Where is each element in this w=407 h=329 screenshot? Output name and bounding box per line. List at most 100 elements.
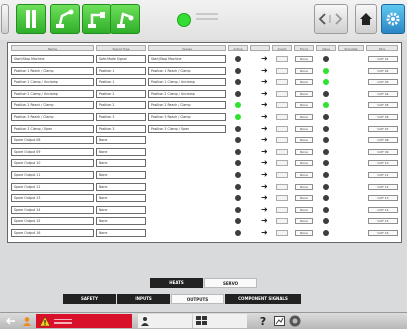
force-select[interactable]: None xyxy=(295,218,313,225)
signal-name-field[interactable]: Spare Output 15 xyxy=(11,217,94,226)
prev-button[interactable] xyxy=(4,314,18,328)
signal-name-field[interactable]: Position 1 Reach / Clamp xyxy=(11,66,94,75)
signal-type-field[interactable]: Position 1 xyxy=(96,66,146,75)
force-select[interactable]: None xyxy=(295,90,313,97)
signal-type-field[interactable]: None xyxy=(96,229,146,237)
servo-toggle[interactable]: SERVO xyxy=(204,278,257,288)
signal-type-field[interactable]: Position 3 xyxy=(96,124,146,133)
signal-type-field[interactable]: None xyxy=(96,136,146,145)
signal-name-field[interactable]: Spare Output 08 xyxy=(11,136,94,145)
chart-button[interactable] xyxy=(272,314,286,328)
heats-toggle[interactable]: HEATS xyxy=(150,278,203,288)
invert-checkbox[interactable] xyxy=(276,195,288,202)
camera-button[interactable] xyxy=(288,314,302,328)
user-button[interactable] xyxy=(20,314,34,328)
force-select[interactable]: None xyxy=(295,56,313,62)
signal-type-field[interactable]: Position 1 xyxy=(96,78,146,87)
invert-checkbox[interactable] xyxy=(276,114,288,120)
force-select[interactable]: None xyxy=(295,137,313,144)
signal-type-field[interactable]: None xyxy=(96,171,146,179)
robot-mode-3-button[interactable] xyxy=(110,4,140,34)
force-select[interactable]: None xyxy=(295,148,313,155)
signal-value-field[interactable]: Position 2 Clamp / Unclamp xyxy=(148,89,226,98)
pin-field[interactable]: OUT 13 xyxy=(368,195,398,202)
pin-field[interactable]: OUT 14 xyxy=(368,206,398,213)
signal-name-field[interactable]: Spare Output 12 xyxy=(11,182,94,191)
pin-field[interactable]: OUT 16 xyxy=(368,230,398,236)
signal-value-field[interactable]: Position 1 Clamp / Unclamp xyxy=(148,78,226,87)
pin-field[interactable]: OUT 07 xyxy=(368,125,398,132)
inputs-tab[interactable]: INPUTS xyxy=(117,294,170,304)
component-signals-tab[interactable]: COMPONENT SIGNALS xyxy=(225,294,301,304)
outputs-tab[interactable]: OUTPUTS xyxy=(171,294,224,304)
signal-name-field[interactable]: Spare Output 13 xyxy=(11,194,94,203)
alarm-banner[interactable] xyxy=(36,314,132,328)
signal-type-field[interactable]: None xyxy=(96,182,146,191)
pin-field[interactable]: OUT 04 xyxy=(368,90,398,97)
signal-type-field[interactable]: Position 3 xyxy=(96,113,146,121)
force-select[interactable]: None xyxy=(295,206,313,213)
signal-name-field[interactable]: Spare Output 14 xyxy=(11,205,94,214)
signal-value-field[interactable]: Position 3 Reach / Clamp xyxy=(148,113,226,121)
force-select[interactable]: None xyxy=(295,67,313,74)
signal-type-field[interactable]: None xyxy=(96,159,146,168)
invert-checkbox[interactable] xyxy=(276,125,288,132)
pin-field[interactable]: OUT 15 xyxy=(368,218,398,225)
signal-name-field[interactable]: Position 3 Clamp / Open xyxy=(11,124,94,133)
help-button[interactable]: ? xyxy=(256,314,270,328)
pin-field[interactable]: OUT 01 xyxy=(368,56,398,62)
safety-tab[interactable]: SAFETY xyxy=(63,294,116,304)
invert-checkbox[interactable] xyxy=(276,79,288,86)
pin-field[interactable]: OUT 03 xyxy=(368,79,398,86)
invert-checkbox[interactable] xyxy=(276,102,288,109)
signal-type-field[interactable]: Safe-Mode Signal xyxy=(96,55,146,63)
force-select[interactable]: None xyxy=(295,183,313,190)
force-select[interactable]: None xyxy=(295,79,313,86)
signal-name-field[interactable]: Spare Output 16 xyxy=(11,229,94,237)
invert-checkbox[interactable] xyxy=(276,183,288,190)
signal-name-field[interactable]: Spare Output 09 xyxy=(11,147,94,156)
signal-type-field[interactable]: None xyxy=(96,205,146,214)
pin-field[interactable]: OUT 06 xyxy=(368,114,398,120)
signal-value-field[interactable]: Position 3 Clamp / Open xyxy=(148,124,226,133)
signal-type-field[interactable]: None xyxy=(96,147,146,156)
pin-field[interactable]: OUT 12 xyxy=(368,183,398,190)
invert-checkbox[interactable] xyxy=(276,137,288,144)
left-edge-button[interactable] xyxy=(1,4,9,34)
pin-field[interactable]: OUT 05 xyxy=(368,102,398,109)
signal-value-field[interactable]: Start/Stop Machine xyxy=(148,55,226,63)
signal-name-field[interactable]: Position 2 Reach / Clamp xyxy=(11,101,94,110)
signal-name-field[interactable]: Start/Stop Machine xyxy=(11,55,94,63)
signal-name-field[interactable]: Position 1 Clamp / Unclamp xyxy=(11,78,94,87)
robot-mode-1-button[interactable] xyxy=(50,4,80,34)
force-select[interactable]: None xyxy=(295,230,313,236)
signal-name-field[interactable]: Position 3 Reach / Clamp xyxy=(11,113,94,121)
force-select[interactable]: None xyxy=(295,102,313,109)
signal-type-field[interactable]: None xyxy=(96,194,146,203)
settings-button[interactable] xyxy=(381,4,405,34)
home-button[interactable] xyxy=(355,4,377,34)
force-select[interactable]: None xyxy=(295,114,313,120)
pin-field[interactable]: OUT 10 xyxy=(368,160,398,167)
pin-field[interactable]: OUT 09 xyxy=(368,148,398,155)
invert-checkbox[interactable] xyxy=(276,148,288,155)
invert-checkbox[interactable] xyxy=(276,56,288,62)
signal-type-field[interactable]: None xyxy=(96,217,146,226)
signal-name-field[interactable]: Position 2 Clamp / Unclamp xyxy=(11,89,94,98)
force-select[interactable]: None xyxy=(295,160,313,167)
force-select[interactable]: None xyxy=(295,125,313,132)
invert-checkbox[interactable] xyxy=(276,230,288,236)
signal-type-field[interactable]: Position 2 xyxy=(96,89,146,98)
back-forward-button[interactable] xyxy=(314,4,348,34)
signal-value-field[interactable]: Position 2 Reach / Clamp xyxy=(148,101,226,110)
invert-checkbox[interactable] xyxy=(276,67,288,74)
robot-mode-2-button[interactable] xyxy=(82,4,112,34)
machine-status-panel[interactable] xyxy=(193,314,247,328)
invert-checkbox[interactable] xyxy=(276,218,288,225)
signal-value-field[interactable]: Position 1 Reach / Clamp xyxy=(148,66,226,75)
invert-checkbox[interactable] xyxy=(276,90,288,97)
operator-panel[interactable] xyxy=(138,314,192,328)
pause-button[interactable] xyxy=(16,4,46,34)
signal-name-field[interactable]: Spare Output 10 xyxy=(11,159,94,168)
force-select[interactable]: None xyxy=(295,172,313,178)
